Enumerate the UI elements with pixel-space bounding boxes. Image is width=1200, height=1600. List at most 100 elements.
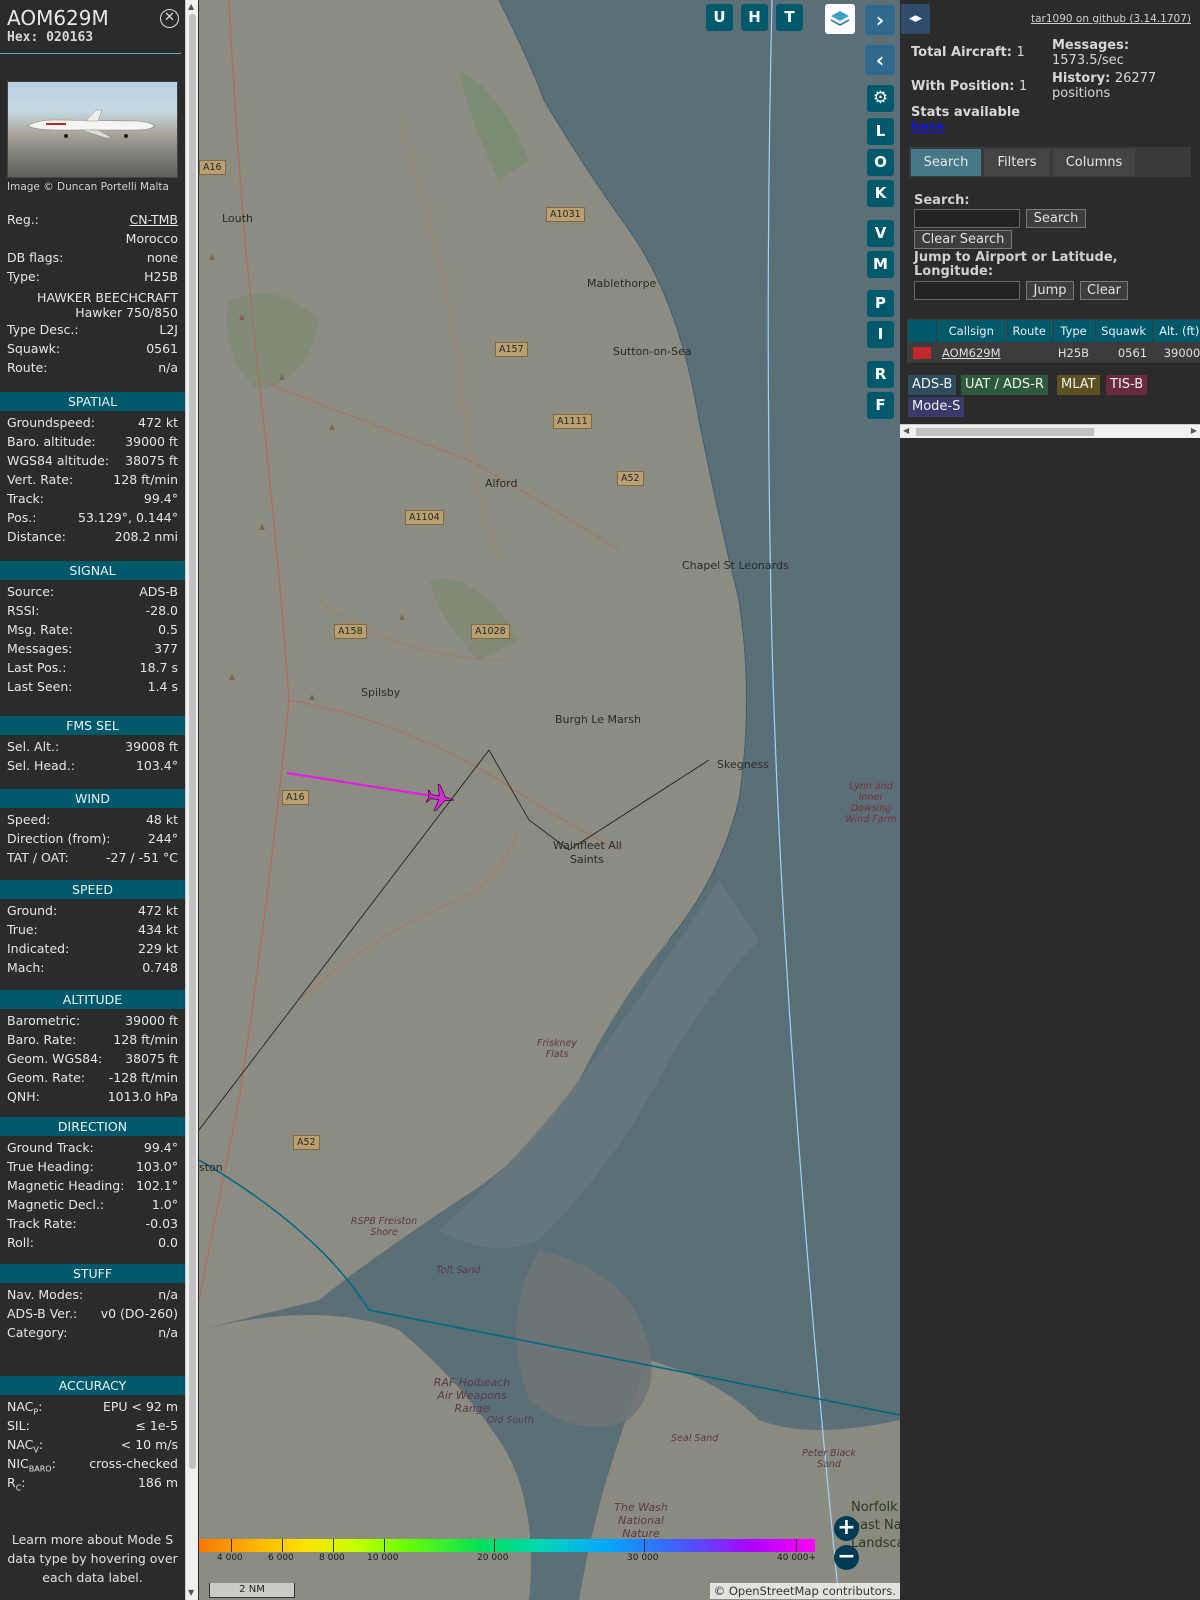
list-scroll-thumb[interactable] bbox=[916, 428, 1094, 436]
map-button-m[interactable]: M bbox=[867, 251, 894, 278]
info-value: -27 / -51 °C bbox=[106, 850, 178, 865]
layers-icon[interactable] bbox=[825, 4, 855, 34]
settings-gear-icon[interactable]: ⚙ bbox=[867, 85, 894, 112]
map-button-p[interactable]: P bbox=[867, 290, 894, 317]
col-squawk[interactable]: Squawk bbox=[1094, 319, 1154, 343]
nacv-value: < 10 m/s bbox=[120, 1437, 178, 1452]
search-input[interactable] bbox=[914, 209, 1020, 228]
search-button[interactable]: Search bbox=[1026, 209, 1086, 228]
jump-input[interactable] bbox=[914, 281, 1020, 300]
registration-link[interactable]: CN-TMB bbox=[130, 212, 178, 227]
sil-label: SIL: bbox=[7, 1418, 30, 1433]
info-row: True Heading: 103.0° bbox=[0, 1159, 185, 1178]
info-label: Ground: bbox=[7, 903, 58, 918]
place-burgh-le-marsh: Burgh Le Marsh bbox=[555, 713, 641, 726]
section-rows: Ground Track: 99.4° True Heading: 103.0° Mag… bbox=[0, 1140, 185, 1254]
info-row: TAT / OAT: -27 / -51 °C bbox=[0, 850, 185, 869]
section-rows: Sel. Alt.: 39008 ft Sel. Head.: 103.4° bbox=[0, 739, 185, 777]
info-row: Geom. WGS84: 38075 ft bbox=[0, 1051, 185, 1070]
info-label: Indicated: bbox=[7, 941, 70, 956]
info-scrollbar[interactable]: ▲ ▼ bbox=[185, 0, 198, 1600]
table-row[interactable]: AOM629M H25B 0561 39000 bbox=[907, 342, 1200, 363]
messages-stat: Messages: 1573.5/sec bbox=[1052, 38, 1192, 68]
map-button-o[interactable]: O bbox=[867, 149, 894, 176]
scroll-left-icon[interactable]: ◀ bbox=[903, 426, 909, 435]
nicbaro-label: NICBARO: bbox=[7, 1456, 56, 1474]
info-row: Last Seen: 1.4 s bbox=[0, 679, 185, 698]
map-view[interactable]: Louth Mablethorpe Sutton-on-Sea Alford C… bbox=[199, 0, 900, 1600]
scroll-right-icon[interactable]: ▶ bbox=[1191, 426, 1197, 435]
info-row: Sel. Alt.: 39008 ft bbox=[0, 739, 185, 758]
typedesc-label: Type Desc.: bbox=[7, 322, 79, 337]
col-route[interactable]: Route bbox=[1005, 319, 1053, 343]
aircraft-details: Reg.: CN-TMB Morocco DB flags: none Type: H… bbox=[0, 212, 185, 379]
map-attribution[interactable]: © OpenStreetMap contributors. bbox=[709, 1583, 900, 1599]
collapse-left-icon[interactable]: ‹ bbox=[865, 45, 895, 75]
nacv-row: NACV: < 10 m/s bbox=[0, 1437, 185, 1456]
aircraft-photo[interactable] bbox=[7, 81, 178, 178]
map-button-i[interactable]: I bbox=[867, 321, 894, 348]
section-title-spatial: SPATIAL bbox=[0, 392, 185, 411]
dbflags-value: none bbox=[146, 250, 178, 265]
col-callsign[interactable]: Callsign bbox=[936, 319, 1007, 343]
map-button-f[interactable]: F bbox=[867, 392, 894, 419]
col-flag[interactable] bbox=[907, 319, 937, 343]
info-value: 244° bbox=[147, 831, 178, 846]
scroll-up-icon[interactable]: ▲ bbox=[188, 2, 194, 11]
info-scroll-thumb[interactable] bbox=[189, 14, 196, 1469]
jump-button[interactable]: Jump bbox=[1026, 281, 1074, 300]
section-title-stuff: STUFF bbox=[0, 1264, 185, 1283]
scroll-down-icon[interactable]: ▼ bbox=[188, 1588, 194, 1597]
expand-right-icon[interactable]: › bbox=[865, 5, 895, 35]
info-label: TAT / OAT: bbox=[7, 850, 69, 865]
tab-search[interactable]: Search bbox=[911, 149, 981, 176]
map-button-r[interactable]: R bbox=[867, 361, 894, 388]
info-value: 0.5 bbox=[158, 622, 178, 637]
info-value: 102.1° bbox=[135, 1178, 178, 1193]
info-label: Baro. Rate: bbox=[7, 1032, 77, 1047]
stats-here-link[interactable]: here bbox=[911, 120, 944, 135]
close-icon[interactable]: ✕ bbox=[160, 9, 179, 28]
clear-button[interactable]: Clear bbox=[1080, 281, 1128, 300]
zoom-in-icon[interactable]: + bbox=[834, 1516, 859, 1541]
info-value: 472 kt bbox=[138, 903, 178, 918]
github-link[interactable]: tar1090 on github (3.14.1707) bbox=[1031, 13, 1191, 25]
zoom-out-icon[interactable]: − bbox=[834, 1545, 859, 1570]
tab-filters[interactable]: Filters bbox=[984, 149, 1050, 176]
map-button-u[interactable]: U bbox=[706, 4, 733, 31]
col-type[interactable]: Type bbox=[1051, 319, 1096, 343]
info-value: 103.4° bbox=[135, 758, 178, 773]
info-value: 99.4° bbox=[143, 1140, 178, 1155]
toggle-sidebar-icon[interactable]: ◂▸ bbox=[901, 4, 930, 34]
col-altitude[interactable]: Alt. (ft) bbox=[1152, 319, 1200, 343]
rc-main: R bbox=[7, 1475, 16, 1490]
map-button-t[interactable]: T bbox=[776, 4, 803, 31]
section-title-fms-sel: FMS SEL bbox=[0, 716, 185, 735]
road-a52-south: A52 bbox=[293, 1135, 320, 1150]
info-label: Track Rate: bbox=[7, 1216, 77, 1231]
type-cell: H25B bbox=[1051, 342, 1096, 363]
map-button-h[interactable]: H bbox=[741, 4, 768, 31]
callsign-link[interactable]: AOM629M bbox=[942, 346, 1001, 360]
learn-more-text: Learn more about Mode S data type by hov… bbox=[7, 1532, 178, 1585]
info-label: Speed: bbox=[7, 812, 51, 827]
nicbaro-row: NICBARO: cross-checked bbox=[0, 1456, 185, 1475]
info-value: 208.2 nmi bbox=[114, 529, 178, 544]
map-button-k[interactable]: K bbox=[867, 180, 894, 207]
colorbar-tick-mark bbox=[231, 1539, 232, 1552]
info-value: -28.0 bbox=[145, 603, 178, 618]
info-label: WGS84 altitude: bbox=[7, 453, 110, 468]
clear-search-button[interactable]: Clear Search bbox=[914, 230, 1012, 249]
list-horizontal-scrollbar[interactable]: ◀ ▶ bbox=[900, 424, 1200, 438]
info-value: 39008 ft bbox=[125, 739, 178, 754]
map-button-l[interactable]: L bbox=[867, 118, 894, 145]
dbflags-row: DB flags: none bbox=[0, 250, 185, 269]
tab-columns[interactable]: Columns bbox=[1053, 149, 1135, 176]
map-button-v[interactable]: V bbox=[867, 220, 894, 247]
info-row: Mach: 0.748 bbox=[0, 960, 185, 979]
info-row: Baro. altitude: 39000 ft bbox=[0, 434, 185, 453]
info-row: Roll: 0.0 bbox=[0, 1235, 185, 1254]
info-value: 39000 ft bbox=[125, 434, 178, 449]
info-label: Mach: bbox=[7, 960, 45, 975]
info-label: Groundspeed: bbox=[7, 415, 95, 430]
